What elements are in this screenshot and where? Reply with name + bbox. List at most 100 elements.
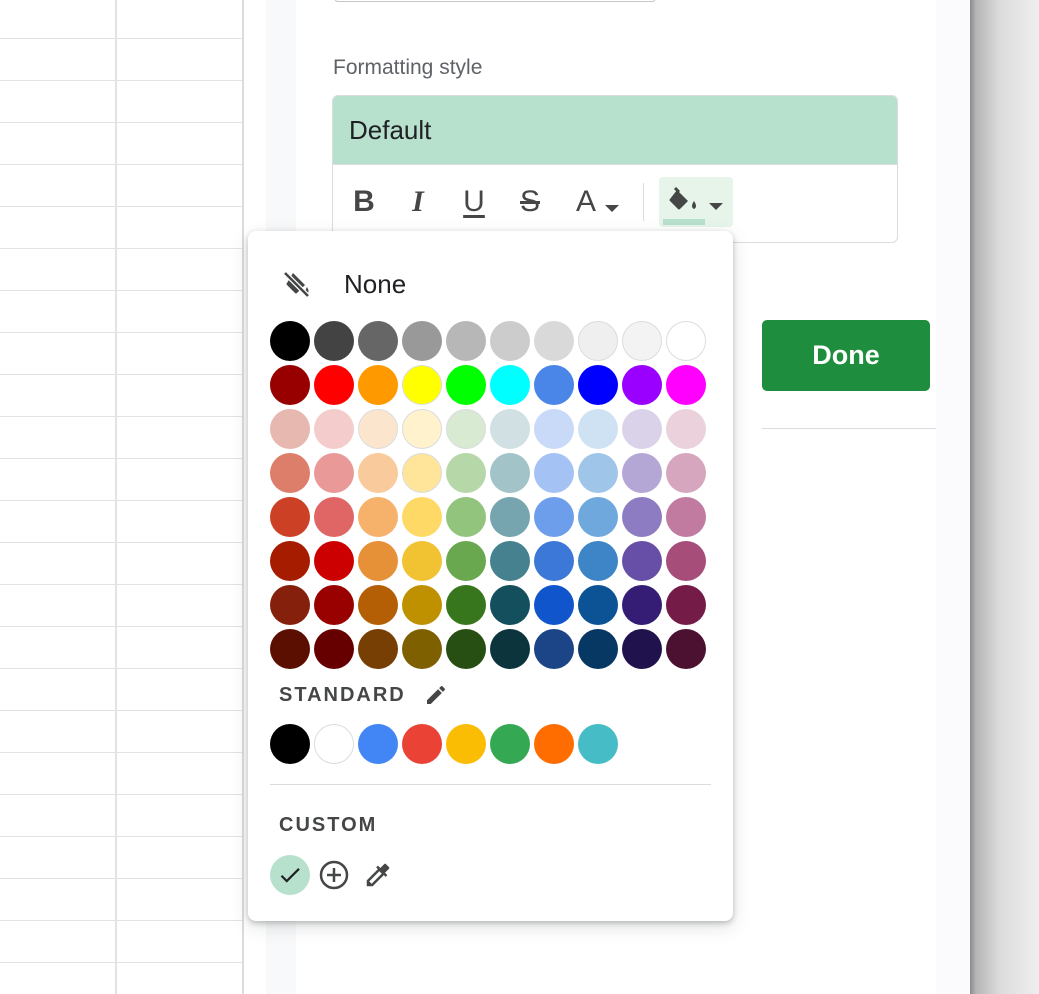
standard-color-swatch[interactable] — [490, 724, 530, 764]
color-swatch[interactable] — [314, 629, 354, 669]
done-button[interactable]: Done — [762, 320, 930, 391]
color-swatch[interactable] — [666, 321, 706, 361]
color-swatch[interactable] — [622, 497, 662, 537]
color-swatch[interactable] — [314, 585, 354, 625]
color-swatch[interactable] — [270, 321, 310, 361]
color-swatch[interactable] — [358, 453, 398, 493]
color-swatch[interactable] — [666, 541, 706, 581]
pencil-icon[interactable] — [424, 683, 448, 707]
color-swatch[interactable] — [534, 629, 574, 669]
color-swatch[interactable] — [314, 453, 354, 493]
color-swatch[interactable] — [358, 365, 398, 405]
color-swatch[interactable] — [622, 585, 662, 625]
color-swatch[interactable] — [358, 629, 398, 669]
color-swatch[interactable] — [490, 321, 530, 361]
color-swatch[interactable] — [402, 541, 442, 581]
color-swatch[interactable] — [446, 541, 486, 581]
strikethrough-button[interactable]: S — [513, 177, 547, 227]
text-color-button[interactable]: A — [567, 177, 629, 227]
value-input[interactable] — [334, 0, 656, 2]
color-swatch[interactable] — [666, 365, 706, 405]
color-swatch[interactable] — [446, 585, 486, 625]
color-swatch[interactable] — [534, 541, 574, 581]
color-swatch[interactable] — [490, 629, 530, 669]
bold-button[interactable]: B — [347, 177, 381, 227]
color-swatch[interactable] — [358, 321, 398, 361]
color-swatch[interactable] — [270, 497, 310, 537]
standard-color-swatch[interactable] — [534, 724, 574, 764]
color-swatch[interactable] — [490, 585, 530, 625]
color-swatch[interactable] — [490, 409, 530, 449]
color-swatch[interactable] — [534, 321, 574, 361]
color-swatch[interactable] — [358, 409, 398, 449]
color-swatch[interactable] — [578, 453, 618, 493]
eyedropper-button[interactable] — [358, 855, 398, 895]
standard-color-swatch[interactable] — [446, 724, 486, 764]
color-swatch[interactable] — [622, 321, 662, 361]
color-swatch[interactable] — [402, 453, 442, 493]
color-swatch[interactable] — [666, 409, 706, 449]
color-swatch[interactable] — [622, 629, 662, 669]
color-swatch[interactable] — [314, 365, 354, 405]
none-color-option[interactable]: None — [274, 259, 406, 309]
formatting-style-dropdown[interactable]: Default — [333, 96, 897, 165]
color-swatch[interactable] — [666, 629, 706, 669]
color-swatch[interactable] — [622, 409, 662, 449]
color-swatch[interactable] — [358, 497, 398, 537]
standard-color-swatch[interactable] — [578, 724, 618, 764]
color-swatch[interactable] — [578, 541, 618, 581]
color-swatch[interactable] — [446, 453, 486, 493]
italic-button[interactable]: I — [401, 177, 435, 227]
standard-color-swatch[interactable] — [270, 724, 310, 764]
color-swatch[interactable] — [666, 585, 706, 625]
color-swatch[interactable] — [358, 541, 398, 581]
color-swatch[interactable] — [666, 497, 706, 537]
color-swatch[interactable] — [578, 585, 618, 625]
standard-color-swatch[interactable] — [358, 724, 398, 764]
color-swatch[interactable] — [270, 585, 310, 625]
color-swatch[interactable] — [490, 453, 530, 493]
color-swatch[interactable] — [314, 541, 354, 581]
standard-color-swatch[interactable] — [314, 724, 354, 764]
color-swatch[interactable] — [402, 365, 442, 405]
color-swatch[interactable] — [446, 321, 486, 361]
color-swatch[interactable] — [446, 409, 486, 449]
color-swatch[interactable] — [270, 365, 310, 405]
color-swatch[interactable] — [578, 365, 618, 405]
color-swatch[interactable] — [270, 453, 310, 493]
color-swatch[interactable] — [490, 497, 530, 537]
color-swatch[interactable] — [358, 585, 398, 625]
color-swatch[interactable] — [270, 409, 310, 449]
color-swatch[interactable] — [666, 453, 706, 493]
color-swatch[interactable] — [402, 409, 442, 449]
color-swatch[interactable] — [402, 585, 442, 625]
color-swatch[interactable] — [578, 497, 618, 537]
color-swatch[interactable] — [534, 497, 574, 537]
color-swatch[interactable] — [402, 629, 442, 669]
spreadsheet-grid[interactable] — [0, 0, 244, 994]
underline-button[interactable]: U — [457, 177, 491, 227]
color-swatch[interactable] — [270, 541, 310, 581]
color-swatch[interactable] — [622, 365, 662, 405]
color-swatch[interactable] — [490, 541, 530, 581]
standard-color-swatch[interactable] — [402, 724, 442, 764]
color-swatch[interactable] — [490, 365, 530, 405]
color-swatch[interactable] — [622, 453, 662, 493]
color-swatch[interactable] — [578, 321, 618, 361]
color-swatch[interactable] — [402, 321, 442, 361]
color-swatch[interactable] — [314, 497, 354, 537]
color-swatch[interactable] — [534, 585, 574, 625]
color-swatch[interactable] — [446, 497, 486, 537]
add-custom-color-button[interactable] — [314, 855, 354, 895]
color-swatch[interactable] — [270, 629, 310, 669]
color-swatch[interactable] — [314, 409, 354, 449]
color-swatch[interactable] — [534, 453, 574, 493]
color-swatch[interactable] — [578, 409, 618, 449]
color-swatch[interactable] — [314, 321, 354, 361]
color-swatch[interactable] — [622, 541, 662, 581]
color-swatch[interactable] — [446, 365, 486, 405]
custom-color-swatch-selected[interactable] — [270, 855, 310, 895]
color-swatch[interactable] — [402, 497, 442, 537]
color-swatch[interactable] — [578, 629, 618, 669]
color-swatch[interactable] — [446, 629, 486, 669]
